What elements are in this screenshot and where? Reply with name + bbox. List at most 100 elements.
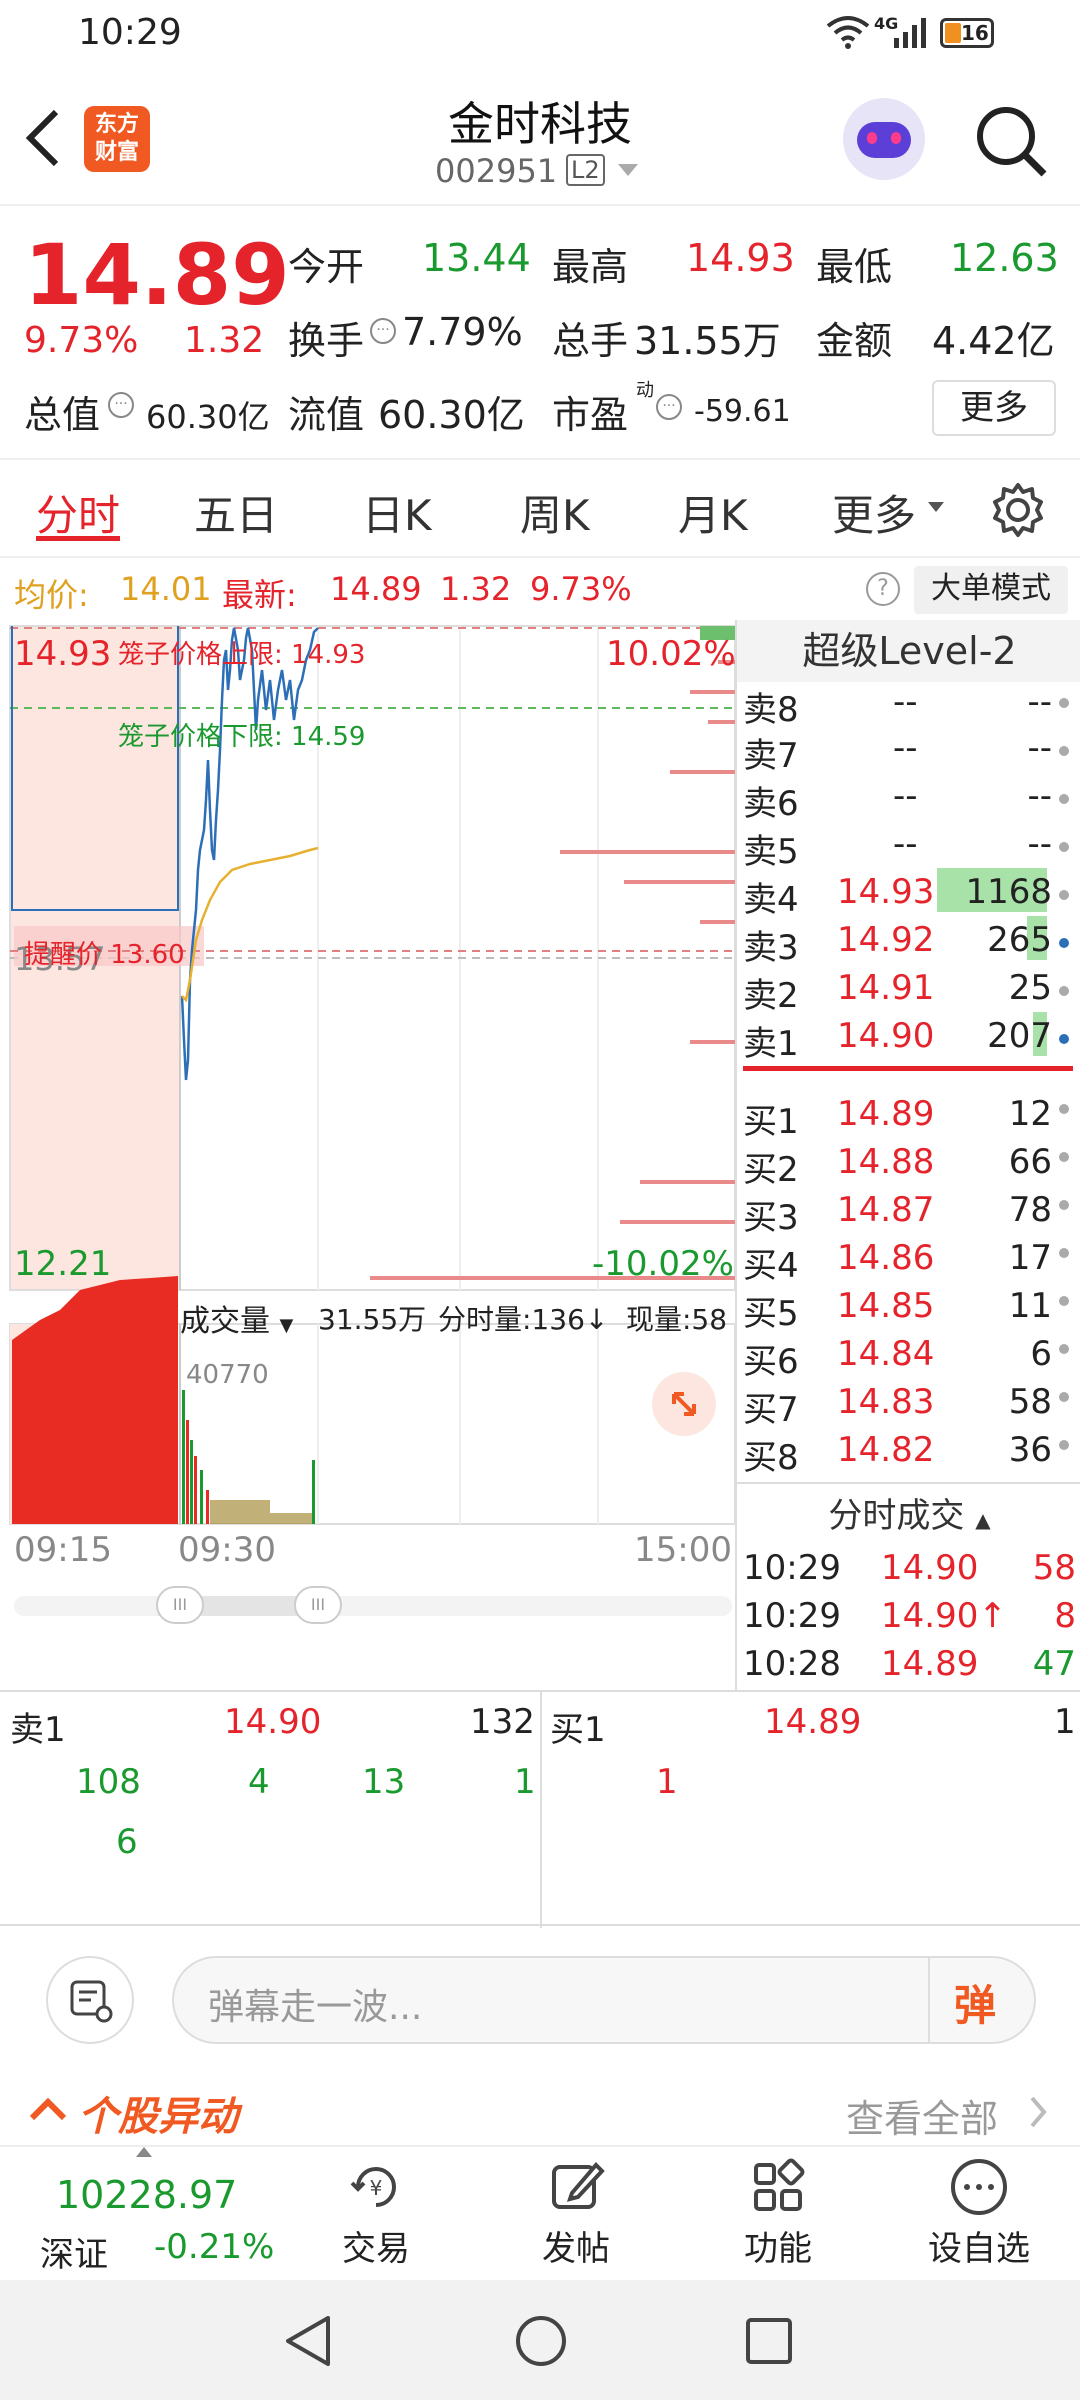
danmu-send-button[interactable]: 弹 [954,1972,996,2033]
bid-label: 买4 [743,1246,799,1286]
ask-volume: 265 [987,920,1052,960]
divider [737,1482,1080,1484]
ask-row[interactable]: 卖2 14.91 25 [737,964,1080,1016]
more-button[interactable]: 更多 [932,380,1056,436]
queue-sell-order: 13 [362,1762,406,1802]
bid-price: 14.85 [837,1286,935,1326]
tab-intraday[interactable]: 分时 [36,482,120,543]
ask-price: -- [893,728,918,768]
bid-volume: 36 [1008,1430,1052,1470]
index-name[interactable]: 深证 [40,2227,108,2276]
alert-price-label[interactable]: 提醒价 13.60 [24,934,185,971]
intraday-chart[interactable]: 14.93 笼子价格上限: 14.93 10.02% 笼子价格下限: 14.59… [0,620,736,1690]
chart-top-price: 14.93 [14,634,112,674]
tab-monthly-k[interactable]: 月K [678,482,748,543]
open-value: 13.44 [422,236,531,280]
range-handle-right[interactable]: III [294,1586,342,1624]
bid-volume: 17 [1008,1238,1052,1278]
bid-row[interactable]: 买7 14.83 58 [737,1378,1080,1430]
chart-bottom-price: 12.21 [14,1244,112,1284]
turnover-value: 7.79% [402,310,523,354]
ask-label: 卖5 [743,832,799,872]
bid-row[interactable]: 买3 14.87 78 [737,1186,1080,1238]
amount-value: 4.42亿 [932,319,1055,363]
recent-apps-icon[interactable] [744,2316,794,2366]
help-icon[interactable]: ? [866,572,900,606]
ask-row[interactable]: 卖3 14.92 265 [737,916,1080,968]
ask-row[interactable]: 卖1 14.90 207 [737,1012,1080,1064]
bid-volume: 12 [1008,1094,1052,1134]
bid-row[interactable]: 买6 14.84 6 [737,1330,1080,1382]
tab-weekly-k[interactable]: 周K [520,482,590,543]
expand-icon[interactable] [652,1372,716,1436]
nav-post[interactable]: 发帖 [536,2155,616,2270]
time-mid: 09:30 [178,1530,276,1570]
signal-icon [894,16,928,48]
pe-value: -59.61 [694,394,791,429]
info-icon[interactable]: ··· [656,394,682,420]
trades-title[interactable]: 分时成交 ▲ [737,1488,1080,1537]
bid-row[interactable]: 买2 14.88 66 [737,1138,1080,1190]
low-label: 最低 [816,245,893,289]
chevron-down-icon[interactable] [618,164,638,178]
nav-trade[interactable]: ¥ 交易 [336,2155,416,2270]
search-icon[interactable] [974,104,1048,178]
tab-five-day[interactable]: 五日 [194,482,278,543]
pe-label: 市盈 [552,393,629,437]
home-circle-icon[interactable] [514,2314,568,2368]
ask-row[interactable]: 卖6 -- -- [737,772,1080,824]
nav-function[interactable]: 功能 [738,2155,818,2270]
gear-icon[interactable] [990,482,1046,538]
level2-title[interactable]: 超级Level-2 [737,620,1080,682]
view-all-link[interactable]: 查看全部 [846,2088,998,2143]
caret-up-icon: ▲ [975,1508,991,1532]
bid-row[interactable]: 买1 14.89 12 [737,1090,1080,1142]
ask-volume: 207 [987,1016,1052,1056]
tab-more[interactable]: 更多 [832,482,916,543]
ask-row[interactable]: 卖7 -- -- [737,724,1080,776]
ask-row[interactable]: 卖4 14.93 1168 [737,868,1080,920]
index-pct[interactable]: -0.21% [154,2227,274,2267]
level-badge[interactable]: L2 [566,154,605,186]
bid-price: 14.86 [837,1238,935,1278]
bid-row[interactable]: 买8 14.82 36 [737,1426,1080,1478]
caret-up-icon [136,2147,152,2157]
back-triangle-icon[interactable] [282,2314,334,2368]
bid-volume: 58 [1008,1382,1052,1422]
nav-watchlist[interactable]: 设自选 [924,2155,1034,2270]
trade-price: 14.90↑ [881,1596,1007,1636]
volume-label: 总手 [552,319,629,363]
index-value[interactable]: 10228.97 [56,2173,237,2217]
bid-row[interactable]: 买5 14.85 11 [737,1282,1080,1334]
tab-daily-k[interactable]: 日K [362,482,432,543]
high-value: 14.93 [686,236,795,280]
info-icon[interactable]: ··· [108,392,134,418]
volume-selector[interactable]: 成交量 ▼ [180,1296,293,1342]
latest-pct: 9.73% [530,570,632,608]
time-range-scrollbar[interactable]: III III [14,1586,732,1624]
danmu-input[interactable]: 弹幕走一波... 弹 [172,1956,1036,2044]
bid-price: 14.87 [837,1190,935,1230]
chevron-up-icon[interactable] [28,2096,68,2122]
ask-row[interactable]: 卖8 -- -- [737,678,1080,730]
ask-row[interactable]: 卖5 -- -- [737,820,1080,872]
range-handle-left[interactable]: III [156,1586,204,1624]
open-label: 今开 [288,245,365,289]
danmu-settings-icon[interactable] [46,1956,134,2044]
battery-icon: 16 [940,18,994,48]
amount-label: 金额 [816,319,893,363]
bid-label: 买8 [743,1438,799,1478]
edit-icon [552,2162,605,2209]
robot-avatar-icon[interactable] [843,98,925,180]
alert-title: 个股异动 [78,2094,238,2140]
bid-row[interactable]: 买4 14.86 17 [737,1234,1080,1286]
info-icon[interactable]: ··· [370,318,396,344]
big-order-mode-button[interactable]: 大单模式 [914,566,1068,614]
avg-label: 均价: [14,576,89,614]
nav-function-label: 功能 [744,2229,812,2269]
latest-change: 1.32 [440,570,512,608]
trade-icon: ¥ [350,2167,396,2207]
chevron-right-icon[interactable] [1028,2094,1048,2130]
ask-price: -- [893,824,918,864]
bid-label: 买6 [743,1342,799,1382]
